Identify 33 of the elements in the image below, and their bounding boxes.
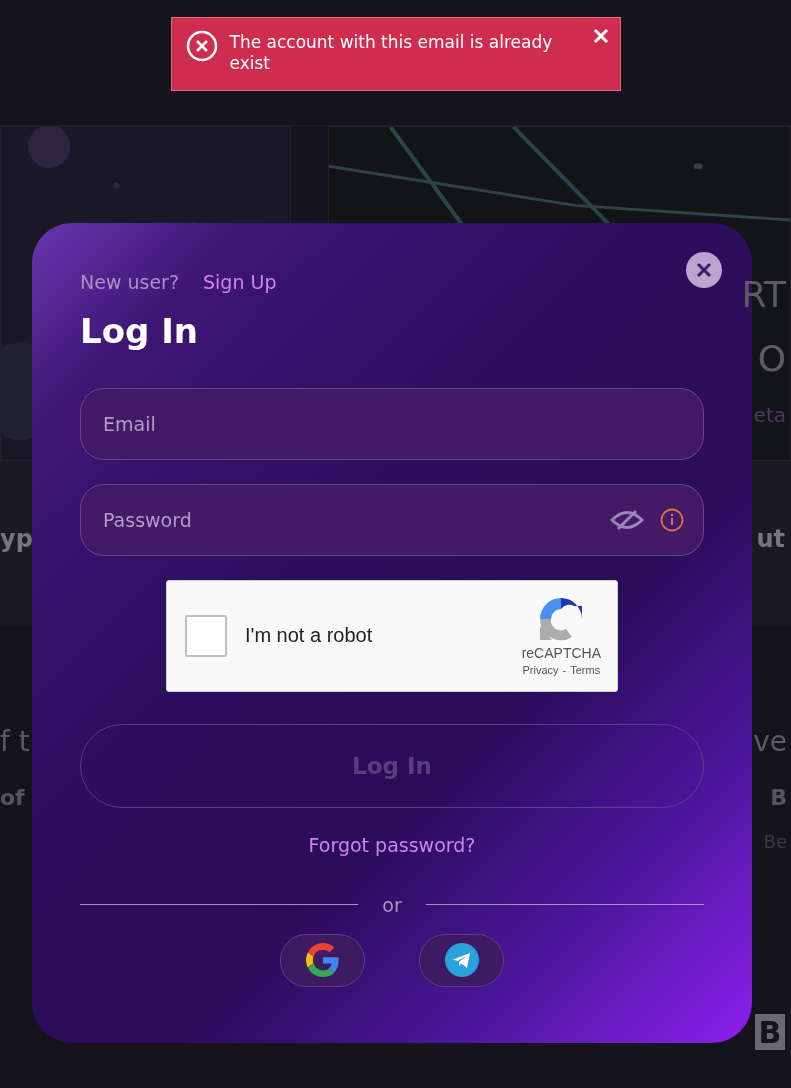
divider-label: or: [382, 893, 402, 916]
section-text: ve: [753, 724, 788, 758]
privacy-link[interactable]: Privacy: [522, 663, 559, 676]
recaptcha-logo-icon: [538, 595, 585, 642]
card-text: O: [757, 341, 786, 377]
close-button[interactable]: [686, 252, 722, 288]
terms-link[interactable]: Terms: [570, 663, 601, 676]
new-user-prompt: New user?: [80, 271, 179, 293]
captcha-label: I'm not a robot: [245, 624, 374, 648]
recaptcha-brand: reCAPTCHA: [521, 644, 601, 661]
section-text: of: [0, 784, 25, 810]
provider-logo: B: [755, 1014, 785, 1050]
section-text: f t: [0, 724, 30, 758]
band-text: ut: [756, 524, 785, 553]
error-icon: [185, 30, 218, 62]
section-text: B: [770, 784, 788, 810]
dialog-title: Log In: [80, 311, 200, 352]
sign-up-link[interactable]: Sign Up: [203, 271, 277, 293]
telegram-login-button[interactable]: [419, 933, 504, 987]
card-text: eta: [753, 405, 786, 425]
google-icon: [305, 943, 340, 978]
hidden-eye-icon[interactable]: [610, 508, 644, 531]
close-icon[interactable]: [592, 28, 609, 44]
password-field[interactable]: Password: [80, 483, 704, 556]
forgot-password-link[interactable]: Forgot password?: [308, 833, 476, 856]
close-icon: [696, 262, 712, 278]
google-login-button[interactable]: [280, 933, 365, 987]
telegram-icon: [444, 943, 479, 978]
link-separator: -: [562, 663, 567, 676]
captcha-checkbox[interactable]: [185, 614, 227, 657]
band-text: yp: [0, 524, 33, 553]
email-field[interactable]: Email: [80, 387, 704, 460]
toast-message: The account with this email is already exist: [229, 31, 554, 74]
